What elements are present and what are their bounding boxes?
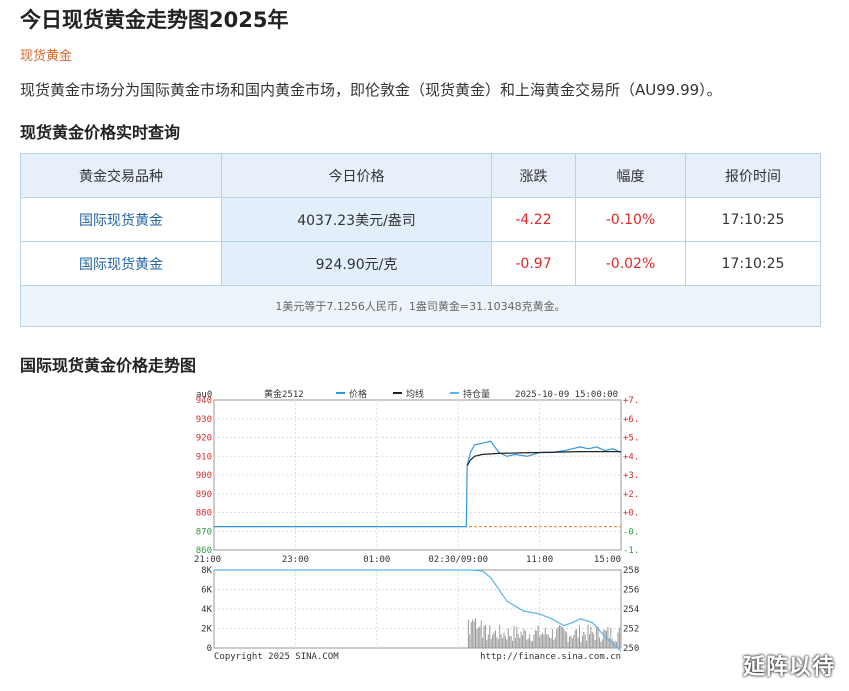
change-cell: -0.97 xyxy=(491,241,576,286)
y2-tick-label: +4.32% xyxy=(623,452,639,462)
y-tick-label: 890 xyxy=(196,490,212,500)
price-cell: 4037.23美元/盎司 xyxy=(221,197,492,242)
time-cell: 17:10:25 xyxy=(685,241,821,286)
y2-tick-label: +6.61% xyxy=(623,415,639,425)
time-cell: 17:10:25 xyxy=(685,197,821,242)
table-note-row: 1美元等于7.1256人民币，1盎司黄金=31.10348克黄金。 xyxy=(20,285,821,327)
table-header-cell: 幅度 xyxy=(575,153,686,198)
chart-copyright: Copyright 2025 SINA.COM xyxy=(214,652,339,662)
exchange-note: 1美元等于7.1256人民币，1盎司黄金=31.10348克黄金。 xyxy=(20,285,821,327)
table-header-cell: 报价时间 xyxy=(685,153,821,198)
vol-tick-label: 6K xyxy=(201,586,212,596)
table-header-cell: 今日价格 xyxy=(221,153,492,198)
table-header-cell: 黄金交易品种 xyxy=(20,153,222,198)
y2-tick-label: +0.88% xyxy=(623,509,639,519)
y-tick-label: 930 xyxy=(196,415,212,425)
oi-tick-label: 254000 xyxy=(623,605,639,615)
y2-tick-label: -1.41% xyxy=(623,546,639,556)
legend-avg-swatch xyxy=(393,392,402,394)
y-tick-label: 910 xyxy=(196,452,212,462)
percent-cell: -0.10% xyxy=(575,197,686,242)
y2-tick-label: +3.18% xyxy=(623,471,639,481)
y2-tick-label: +2.03% xyxy=(623,490,639,500)
legend-price-swatch xyxy=(336,392,345,394)
category-link[interactable]: 现货黄金 xyxy=(20,45,72,64)
legend-avg: 均线 xyxy=(406,388,424,400)
table-row: 国际现货黄金 924.90元/克 -0.97 -0.02% 17:10:25 xyxy=(20,241,821,286)
y-tick-label: 940 xyxy=(196,396,212,406)
legend-oi: 持仓量 xyxy=(463,388,490,400)
x-tick-label: 11:00 xyxy=(526,555,553,565)
price-table: 黄金交易品种 今日价格 涨跌 幅度 报价时间 国际现货黄金 4037.23美元/… xyxy=(20,153,821,327)
oi-tick-label: 252000 xyxy=(623,625,639,635)
oi-tick-label: 250000 xyxy=(623,644,639,654)
gold-price-chart[interactable]: au0 黄金2512 价格 均线 持仓量 2025-10-09 15:00:00940 +7… xyxy=(194,386,639,663)
chart-source-url: http://finance.sina.com.cn xyxy=(480,652,621,662)
percent-cell: -0.02% xyxy=(575,241,686,286)
y-tick-label: 920 xyxy=(196,434,212,444)
legend-oi-swatch xyxy=(450,392,459,394)
x-tick-label: 02:30/09:00 xyxy=(428,555,488,565)
vol-tick-label: 2K xyxy=(201,625,212,635)
x-tick-label: 15:00 xyxy=(594,555,621,565)
vol-tick-label: 4K xyxy=(201,605,212,615)
oi-tick-label: 256000 xyxy=(623,586,639,596)
page-title: 今日现货黄金走势图2025年 xyxy=(20,8,289,32)
table-header-cell: 涨跌 xyxy=(491,153,576,198)
table-header-row: 黄金交易品种 今日价格 涨跌 幅度 报价时间 xyxy=(20,153,821,198)
product-link[interactable]: 国际现货黄金 xyxy=(20,241,222,286)
x-tick-label: 01:00 xyxy=(363,555,390,565)
price-cell: 924.90元/克 xyxy=(221,241,492,286)
y2-tick-label: +7.76% xyxy=(623,396,639,406)
product-link[interactable]: 国际现货黄金 xyxy=(20,197,222,242)
table-row: 国际现货黄金 4037.23美元/盎司 -4.22 -0.10% 17:10:2… xyxy=(20,197,821,242)
intro-text: 现货黄金市场分为国际黄金市场和国内黄金市场，即伦敦金（现货黄金）和上海黄金交易所… xyxy=(20,81,722,99)
x-tick-label: 21:00 xyxy=(194,555,221,565)
y2-tick-label: +5.47% xyxy=(623,434,639,444)
y-tick-label: 900 xyxy=(196,471,212,481)
y2-tick-label: -0.26% xyxy=(623,527,639,537)
y-tick-label: 880 xyxy=(196,509,212,519)
vol-tick-label: 8K xyxy=(201,566,212,576)
vol-tick-label: 0 xyxy=(207,644,212,654)
y-tick-label: 870 xyxy=(196,527,212,537)
section-title-price: 现货黄金价格实时查询 xyxy=(20,123,181,142)
chart-datetime: 2025-10-09 15:00:00 xyxy=(515,390,618,400)
watermark: 延阵以待 xyxy=(742,655,835,680)
legend-price: 价格 xyxy=(349,388,367,400)
chart-contract: 黄金2512 xyxy=(264,388,304,400)
change-cell: -4.22 xyxy=(491,197,576,242)
oi-tick-label: 258000 xyxy=(623,566,639,576)
x-tick-label: 23:00 xyxy=(282,555,309,565)
section-title-chart: 国际现货黄金价格走势图 xyxy=(20,356,197,375)
